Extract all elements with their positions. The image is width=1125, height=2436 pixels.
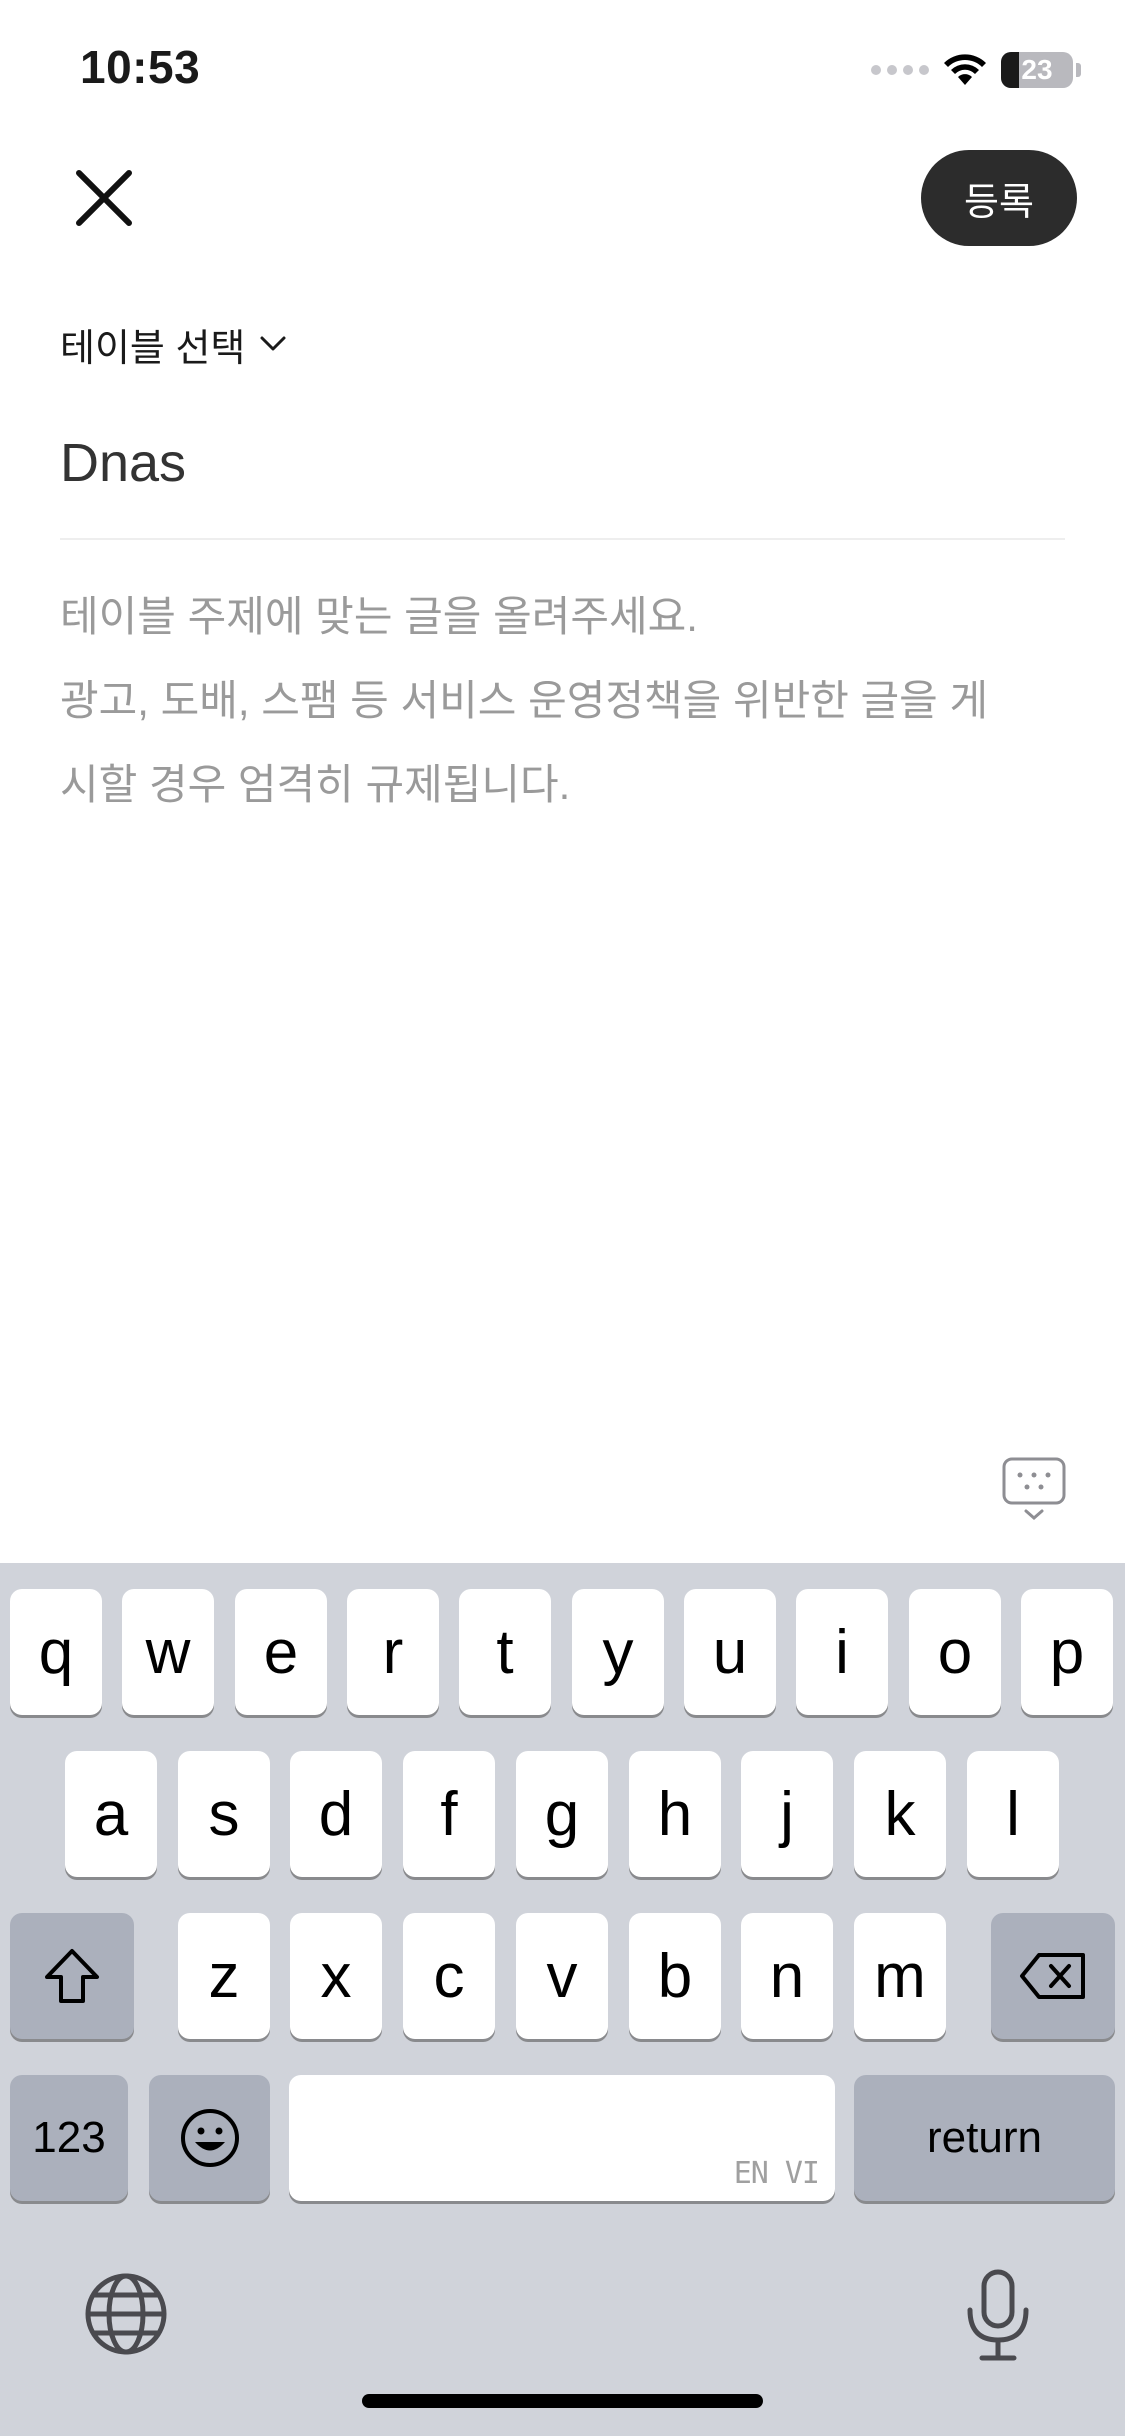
key-i[interactable]: i [796, 1589, 888, 1715]
key-r[interactable]: r [347, 1589, 439, 1715]
key-x[interactable]: x [290, 1913, 382, 2039]
key-g[interactable]: g [516, 1751, 608, 1877]
key-z[interactable]: z [178, 1913, 270, 2039]
close-button[interactable] [66, 160, 142, 236]
key-w[interactable]: w [122, 1589, 214, 1715]
backspace-icon [1020, 1953, 1085, 1999]
table-select-dropdown[interactable]: 테이블 선택 [60, 316, 287, 372]
key-q[interactable]: q [10, 1589, 102, 1715]
key-k[interactable]: k [854, 1751, 946, 1877]
return-key[interactable]: return [854, 2075, 1115, 2201]
key-n[interactable]: n [741, 1913, 833, 2039]
key-j[interactable]: j [741, 1751, 833, 1877]
numbers-key[interactable]: 123 [10, 2075, 128, 2201]
keyboard-hide-icon [1002, 1457, 1066, 1520]
key-c[interactable]: c [403, 1913, 495, 2039]
globe-button[interactable] [82, 2270, 170, 2358]
key-d[interactable]: d [290, 1751, 382, 1877]
space-key[interactable]: EN VI [289, 2075, 835, 2201]
delete-key[interactable] [991, 1913, 1115, 2039]
title-divider [60, 538, 1065, 540]
status-bar: 10:53 23 [0, 0, 1125, 140]
space-language-hint: EN VI [733, 2156, 820, 2191]
key-b[interactable]: b [629, 1913, 721, 2039]
key-l[interactable]: l [967, 1751, 1059, 1877]
body-input[interactable]: 테이블 주제에 맞는 글을 올려주세요. 광고, 도배, 스팸 등 서비스 운영… [60, 575, 1070, 827]
shift-key[interactable] [10, 1913, 134, 2039]
key-a[interactable]: a [65, 1751, 157, 1877]
shift-icon [45, 1949, 99, 2003]
microphone-icon [967, 2269, 1029, 2361]
key-u[interactable]: u [684, 1589, 776, 1715]
key-p[interactable]: p [1021, 1589, 1113, 1715]
key-h[interactable]: h [629, 1751, 721, 1877]
globe-icon [85, 2273, 167, 2355]
status-time: 10:53 [80, 41, 201, 93]
battery-icon: 23 [1001, 52, 1081, 88]
key-m[interactable]: m [854, 1913, 946, 2039]
home-indicator [362, 2394, 763, 2408]
emoji-icon [180, 2109, 239, 2167]
key-o[interactable]: o [909, 1589, 1001, 1715]
submit-button[interactable]: 등록 [921, 150, 1077, 246]
title-input[interactable]: Dnas [60, 420, 1065, 506]
status-icons: 23 [871, 48, 1081, 92]
key-f[interactable]: f [403, 1751, 495, 1877]
emoji-key[interactable] [149, 2075, 270, 2201]
chevron-down-icon [260, 336, 286, 351]
table-select-label: 테이블 선택 [60, 327, 246, 370]
key-t[interactable]: t [459, 1589, 551, 1715]
microphone-button[interactable] [960, 2268, 1036, 2364]
wifi-icon [944, 54, 986, 85]
keyboard-dismiss-button[interactable] [1000, 1455, 1068, 1523]
battery-level: 23 [1021, 54, 1053, 85]
cellular-signal-icon [871, 65, 929, 75]
key-v[interactable]: v [516, 1913, 608, 2039]
key-e[interactable]: e [235, 1589, 327, 1715]
key-s[interactable]: s [178, 1751, 270, 1877]
key-y[interactable]: y [572, 1589, 664, 1715]
close-icon [76, 170, 132, 226]
